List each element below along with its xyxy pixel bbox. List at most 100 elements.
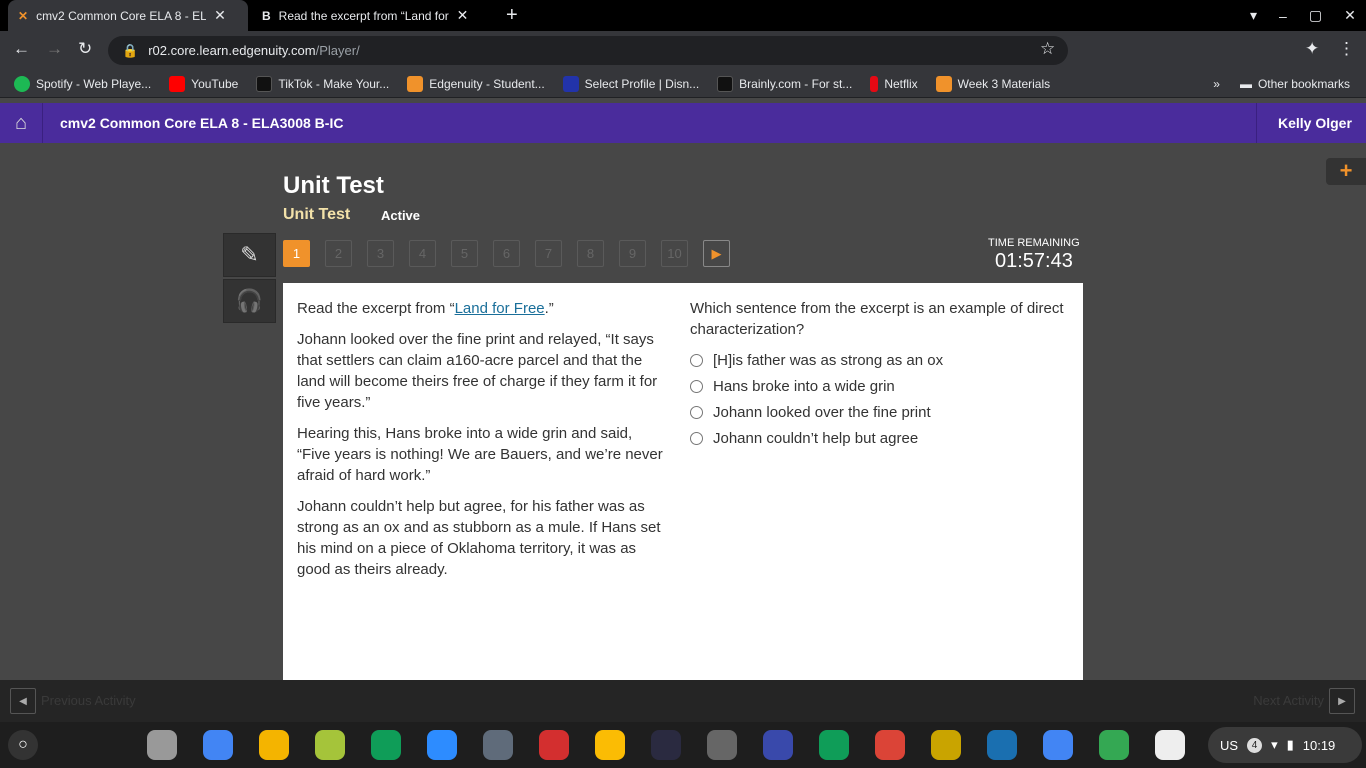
answer-option[interactable]: [H]is father was as strong as an ox (690, 350, 1070, 371)
question-number-button[interactable]: 5 (451, 240, 478, 267)
clock: 10:19 (1302, 737, 1336, 753)
reload-icon[interactable]: ↻ (78, 39, 92, 59)
bookmark[interactable]: Week 3 Materials (935, 75, 1050, 92)
notification-count: 4 (1247, 737, 1263, 753)
minimize-icon[interactable]: – (1279, 8, 1287, 24)
bookmark-star-icon[interactable]: ☆ (1040, 39, 1055, 59)
question-number-button[interactable]: 2 (325, 240, 352, 267)
next-activity-button[interactable]: ▶ (1329, 688, 1355, 714)
course-title: cmv2 Common Core ELA 8 - ELA3008 B-IC (60, 115, 344, 131)
time-remaining-label: TIME REMAINING (988, 237, 1080, 249)
answer-option[interactable]: Johann couldn’t help but agree (690, 428, 1070, 449)
expand-plus-button[interactable]: + (1326, 158, 1366, 185)
files-icon[interactable] (1043, 730, 1073, 760)
previous-activity-button[interactable]: ◀ (10, 688, 36, 714)
question-number-button[interactable]: 6 (493, 240, 520, 267)
home-icon: ⌂ (14, 111, 28, 134)
extensions-icon[interactable]: ✦ (1305, 39, 1319, 59)
status-tray[interactable]: US 4 ▾ ▮ 10:19 (1208, 727, 1362, 763)
webstore-icon[interactable] (1155, 730, 1185, 760)
tab-brainly[interactable]: BRead the excerpt from “Land for Free.”✕ (252, 0, 488, 31)
docs-icon[interactable] (203, 730, 233, 760)
system-shelf: ○ US 4 ▾ ▮ 10:19 (0, 722, 1366, 768)
pencil-icon: ✎ (240, 242, 259, 267)
radio-button[interactable] (690, 406, 703, 419)
answer-option[interactable]: Hans broke into a wide grin (690, 376, 1070, 397)
new-tab-button[interactable]: + (496, 0, 528, 31)
address-bar[interactable]: 🔒 r02.core.learn.edgenuity.com/Player/ (108, 36, 1068, 65)
question-number-button[interactable]: 8 (577, 240, 604, 267)
question: Which sentence from the excerpt is an ex… (690, 298, 1070, 449)
tab-strip: ✕cmv2 Common Core ELA 8 - ELA3008 B-IC✕ … (0, 0, 1366, 31)
video-icon[interactable] (483, 730, 513, 760)
bookmark[interactable]: YouTube (169, 75, 238, 92)
activity-footer: ◀ Previous Activity Next Activity ▶ (0, 680, 1366, 722)
bookmark[interactable]: Select Profile | Disn... (562, 75, 699, 92)
sheets-icon[interactable] (819, 730, 849, 760)
chrome-icon[interactable] (875, 730, 905, 760)
tab-edgenuity[interactable]: ✕cmv2 Common Core ELA 8 - ELA3008 B-IC✕ (8, 0, 248, 31)
passage-link[interactable]: Land for Free (455, 300, 545, 317)
close-window-icon[interactable]: ✕ (1344, 7, 1356, 24)
question-number-button[interactable]: 9 (619, 240, 646, 267)
keep-icon[interactable] (595, 730, 625, 760)
youtube-icon (169, 75, 186, 92)
passage-paragraph: Johann looked over the fine print and re… (297, 331, 658, 411)
s-app-icon[interactable] (371, 730, 401, 760)
overflow-icon[interactable]: » (1213, 77, 1220, 91)
bookmark[interactable]: Brainly.com - For st... (717, 75, 852, 92)
bookmark[interactable]: TikTok - Make Your... (256, 75, 389, 92)
launcher-icon[interactable]: ○ (8, 730, 38, 760)
question-number-button[interactable]: 10 (661, 240, 688, 267)
bookmark[interactable]: Spotify - Web Playe... (14, 75, 151, 92)
edgenuity-icon (407, 75, 424, 92)
page-title: Unit Test (283, 172, 384, 199)
profile-menu-icon[interactable]: ▾ (1250, 7, 1257, 24)
lock-icon: 🔒 (122, 42, 139, 58)
question-number-button[interactable]: 7 (535, 240, 562, 267)
question-number-button[interactable]: 3 (367, 240, 394, 267)
activity-type: Unit Test (283, 206, 351, 223)
netflix-icon (870, 75, 879, 92)
next-activity-label[interactable]: Next Activity (1253, 693, 1324, 708)
question-prompt: Which sentence from the excerpt is an ex… (690, 300, 1064, 338)
radio-button[interactable] (690, 354, 703, 367)
brainly-icon: B (262, 8, 271, 23)
time-remaining: 01:57:43 (995, 250, 1073, 272)
locale: US (1220, 737, 1239, 753)
bookmark[interactable]: Edgenuity - Student... (407, 75, 545, 92)
window-controls[interactable]: ▾ – ▢ ✕ (1240, 0, 1366, 31)
answer-option[interactable]: Johann looked over the fine print (690, 402, 1070, 423)
question-number-button[interactable]: 1 (283, 240, 310, 267)
other-bookmarks[interactable]: » ▬ Other bookmarks (1213, 77, 1350, 91)
back-icon[interactable]: ← (13, 39, 30, 59)
classroom-icon[interactable] (931, 730, 961, 760)
radio-button[interactable] (690, 380, 703, 393)
space-icon[interactable] (651, 730, 681, 760)
k-app-icon[interactable] (763, 730, 793, 760)
question-number-button[interactable]: 4 (409, 240, 436, 267)
pear-deck-icon[interactable] (315, 730, 345, 760)
user-name[interactable]: Kelly Olger (1256, 103, 1366, 143)
typing-club-icon[interactable] (987, 730, 1017, 760)
menu-icon[interactable]: ⋮ (1338, 39, 1355, 59)
bookmark[interactable]: Netflix (870, 75, 918, 92)
voice-icon[interactable] (147, 730, 177, 760)
previous-activity-label[interactable]: Previous Activity (41, 693, 136, 708)
slides-app-icon[interactable] (259, 730, 289, 760)
forward-icon[interactable]: → (46, 39, 63, 59)
pencil-tool-button[interactable]: ✎ (223, 233, 276, 277)
next-question-button[interactable]: ▶ (703, 240, 730, 267)
close-tab-icon[interactable]: ✕ (457, 7, 469, 24)
home-button[interactable]: ⌂ (0, 103, 43, 143)
question-panel: Read the excerpt from “Land for Free.” J… (283, 283, 1083, 680)
drive-icon[interactable] (1099, 730, 1129, 760)
close-tab-icon[interactable]: ✕ (214, 7, 226, 24)
zoom-icon[interactable] (427, 730, 457, 760)
folder-icon: ▬ (1239, 76, 1252, 91)
radio-button[interactable] (690, 432, 703, 445)
cube-icon[interactable] (539, 730, 569, 760)
camera-icon[interactable] (707, 730, 737, 760)
restore-icon[interactable]: ▢ (1309, 7, 1322, 24)
audio-tool-button[interactable]: 🎧 (223, 279, 276, 323)
